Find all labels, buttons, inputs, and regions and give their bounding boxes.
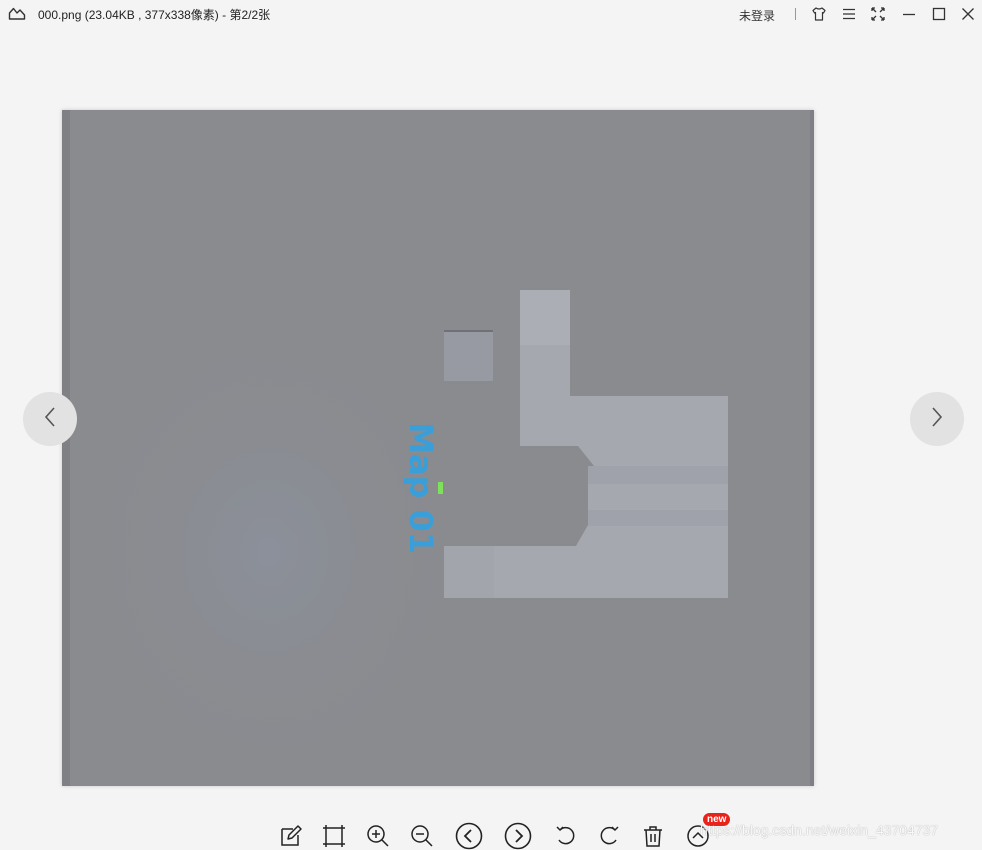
next-circle-icon[interactable] — [504, 822, 532, 850]
login-link[interactable]: 未登录 — [739, 7, 775, 24]
watermark-text: https://blog.csdn.net/weixin_43704737 — [700, 822, 939, 838]
window-title: 000.png (23.04KB , 377x338像素) - 第2/2张 — [38, 8, 271, 22]
minimize-icon[interactable] — [901, 6, 917, 22]
prev-circle-icon[interactable] — [455, 822, 483, 850]
trash-icon[interactable] — [641, 824, 665, 848]
next-image-button[interactable] — [910, 392, 964, 446]
prev-image-button[interactable] — [23, 392, 77, 446]
rotate-left-icon[interactable] — [554, 824, 578, 848]
maximize-icon[interactable] — [931, 6, 947, 22]
image-canvas[interactable]: Map 01 — [62, 110, 814, 786]
crop-icon[interactable] — [322, 824, 346, 848]
title-bar: 000.png (23.04KB , 377x338像素) - 第2/2张 未登… — [0, 0, 982, 28]
app-logo-icon — [8, 5, 26, 21]
zoom-in-icon[interactable] — [366, 824, 390, 848]
close-icon[interactable] — [960, 6, 976, 22]
skin-icon[interactable] — [811, 6, 827, 22]
fullscreen-icon[interactable] — [870, 6, 886, 22]
zoom-out-icon[interactable] — [410, 824, 434, 848]
map-label: Map 01 — [402, 422, 440, 554]
chevron-right-icon — [929, 405, 945, 434]
chevron-left-icon — [42, 405, 58, 434]
player-marker — [438, 482, 443, 494]
small-block — [444, 330, 493, 381]
rotate-right-icon[interactable] — [597, 824, 621, 848]
menu-icon[interactable] — [841, 6, 857, 22]
edit-icon[interactable] — [279, 824, 303, 848]
titlebar-divider — [795, 8, 796, 20]
map-image: Map 01 — [62, 110, 814, 786]
